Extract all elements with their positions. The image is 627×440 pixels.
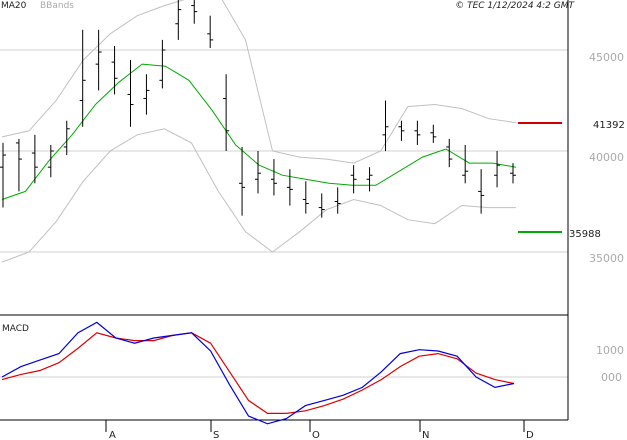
ohlc-bar [366, 167, 373, 192]
y-tick-45000: 45000 [589, 51, 624, 64]
ohlc-bar [446, 138, 453, 168]
series-layer [0, 0, 517, 425]
ohlc-bar [0, 142, 6, 208]
ohlc-bar [414, 120, 421, 145]
resistance-label: 41392 [593, 120, 625, 131]
ohlc-bar [255, 151, 261, 194]
bbands-upper-line [1, 0, 517, 164]
y-tick-35000: 35000 [589, 252, 624, 265]
ohlc-bar [79, 29, 86, 127]
ohlc-bar [334, 187, 341, 214]
ohlc-bar [207, 15, 214, 48]
ohlc-bar [302, 181, 309, 214]
y-tick-40000: 40000 [589, 151, 624, 164]
ohlc-bar [143, 74, 150, 115]
x-tick-o: O [312, 430, 320, 440]
ohlc-bar [191, 0, 198, 24]
ohlc-bar [382, 100, 389, 151]
ma20-line [1, 63, 517, 200]
ohlc-bar [15, 138, 22, 192]
ohlc-bar [286, 169, 293, 206]
x-tick-s: S [213, 430, 219, 440]
ohlc-bar [494, 151, 501, 188]
ohlc-bar [318, 193, 325, 218]
ohlc-bar [239, 146, 246, 216]
ohlc-bar [398, 120, 405, 141]
macd-signal-line [1, 332, 515, 414]
macd-tick-0: 000 [601, 371, 622, 384]
ohlc-bar [175, 0, 182, 40]
ohlc-bar [430, 124, 437, 143]
ohlc-bar [111, 45, 118, 95]
price-chart: MA20 BBands © TEC 1/12/2024 4:2 GMT 4500… [0, 0, 625, 440]
ohlc-bar [223, 74, 230, 151]
ohlc-bar [127, 60, 134, 127]
x-tick-a: A [109, 430, 116, 440]
ohlc-bar [95, 29, 102, 91]
x-tick-d: D [526, 430, 534, 440]
ohlc-bar [159, 39, 166, 89]
x-tick-n: N [422, 430, 429, 440]
legend-bbands: BBands [40, 1, 74, 11]
macd-line [1, 321, 515, 425]
support-label: 35988 [569, 229, 601, 240]
bbands-lower-line [1, 128, 516, 263]
macd-title: MACD [2, 324, 29, 334]
legend-ma20: MA20 [1, 1, 27, 11]
ohlc-bar [350, 165, 357, 194]
ohlc-bar [270, 159, 277, 196]
macd-tick-1000: 1000 [596, 344, 624, 357]
timestamp-label: © TEC 1/12/2024 4:2 GMT [455, 1, 575, 11]
